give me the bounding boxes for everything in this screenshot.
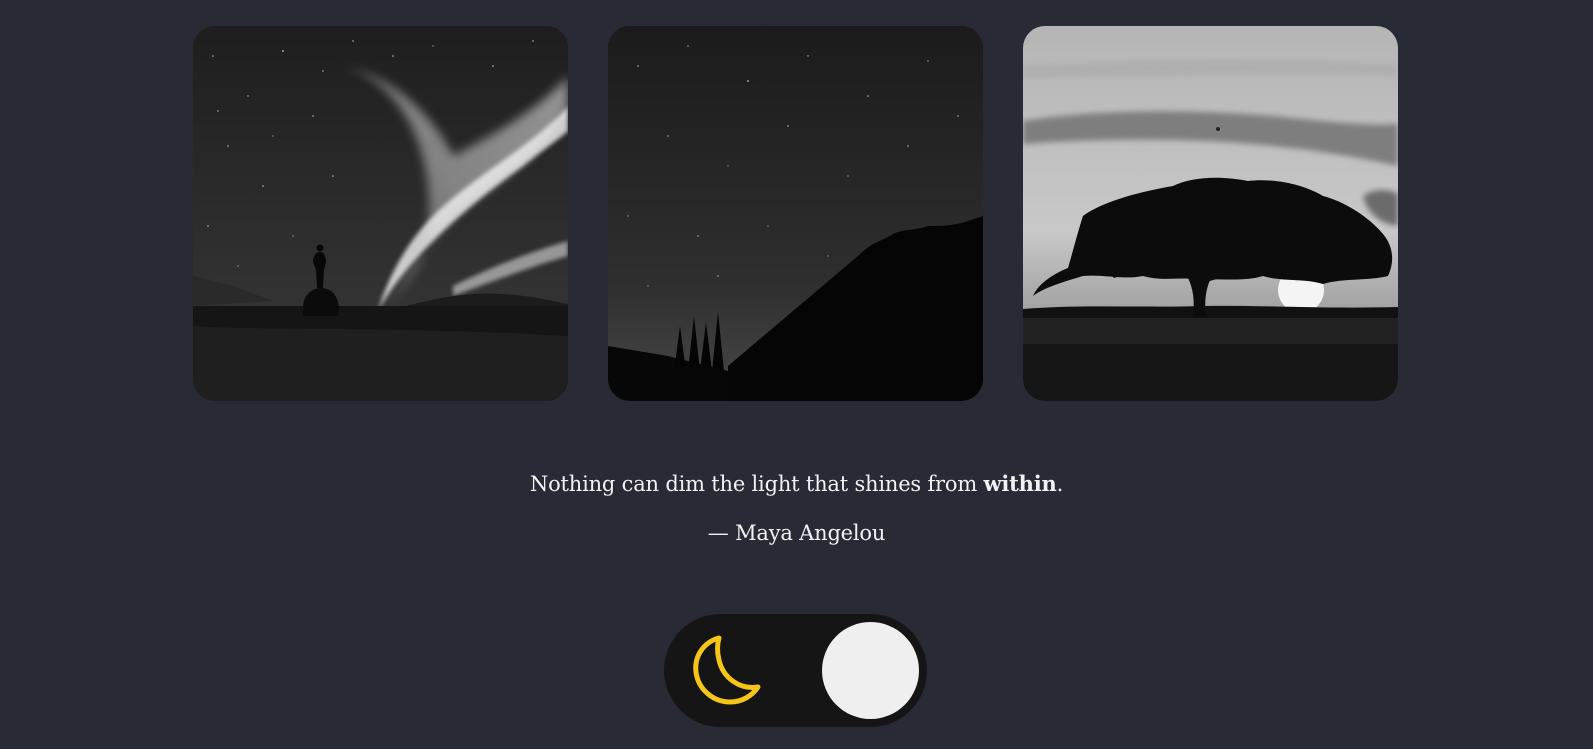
toggle-knob[interactable] [822,622,919,719]
quote-emphasis: within [983,471,1057,496]
moon-icon [693,635,761,705]
quote-text-after: . [1056,472,1064,496]
gallery-image-aurora [193,26,568,401]
quote-text: Nothing can dim the light that shines fr… [0,469,1593,499]
quote-author: — Maya Angelou [707,521,886,545]
gallery-image-night-mountain [608,26,983,401]
gallery-image-tree-sunset [1023,26,1398,401]
quote-text-before: Nothing can dim the light that shines fr… [529,472,984,496]
theme-toggle[interactable] [664,614,927,727]
image-gallery [193,26,1399,401]
